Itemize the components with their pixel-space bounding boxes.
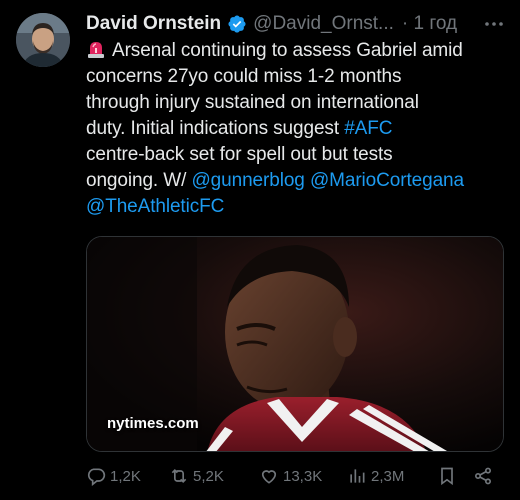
tweet-line-3: through injury sustained on internationa… <box>86 90 506 116</box>
tweet-line-1: Arsenal continuing to assess Gabriel ami… <box>86 38 506 64</box>
views-count: 2,3M <box>371 467 405 485</box>
tweet-line-2-text: concerns 27yo could miss 1-2 months <box>86 66 402 87</box>
mention-link-mariocortegana[interactable]: @MarioCortegana <box>310 170 464 191</box>
views-button[interactable]: 2,3M <box>347 466 437 486</box>
tweet-header: David Ornstein @David_Ornst... · 1 год <box>86 10 510 38</box>
repost-count: 5,2K <box>193 467 224 485</box>
share-button[interactable] <box>473 466 503 486</box>
reply-icon <box>87 468 106 486</box>
tweet-line-2: concerns 27yo could miss 1-2 months <box>86 64 506 90</box>
like-icon <box>261 470 277 484</box>
link-domain: nytimes.com <box>107 415 199 432</box>
tweet-line-6: ongoing. W/ @gunnerblog @MarioCortegana <box>86 168 506 194</box>
author-handle[interactable]: @David_Ornst... <box>253 13 394 35</box>
tweet-time[interactable]: · 1 год <box>402 13 457 35</box>
share-icon <box>475 467 491 485</box>
tweet-line-7: @TheAthleticFC <box>86 194 506 220</box>
tweet-text: Arsenal continuing to assess Gabriel ami… <box>86 38 506 220</box>
repost-icon <box>171 468 187 484</box>
repost-button[interactable]: 5,2K <box>169 466 259 486</box>
hashtag-link[interactable]: #AFC <box>344 118 392 139</box>
tweet-line-4-text: duty. Initial indications suggest <box>86 118 345 139</box>
more-icon[interactable] <box>482 12 506 36</box>
author-avatar[interactable] <box>16 13 70 67</box>
views-icon <box>350 469 365 483</box>
tweet-line-3-text: through injury sustained on internationa… <box>86 92 419 113</box>
tweet-line-5: centre-back set for spell out but tests <box>86 142 506 168</box>
like-button[interactable]: 13,3K <box>259 466 347 486</box>
siren-emoji-icon <box>88 42 104 58</box>
verified-badge-icon <box>228 15 246 33</box>
author-name[interactable]: David Ornstein <box>86 13 221 35</box>
tweet-line-1-text: Arsenal continuing to assess Gabriel ami… <box>112 40 463 61</box>
reply-button[interactable]: 1,2K <box>86 466 169 486</box>
tweet-line-6-text: ongoing. W/ <box>86 170 192 191</box>
like-count: 13,3K <box>283 467 323 485</box>
tweet-line-5-text: centre-back set for spell out but tests <box>86 144 393 165</box>
tweet-line-4: duty. Initial indications suggest #AFC <box>86 116 506 142</box>
reply-count: 1,2K <box>110 467 141 485</box>
tweet-actions: 1,2K 5,2K 13,3K 2,3M <box>86 462 504 490</box>
mention-link-gunnerblog[interactable]: @gunnerblog <box>191 170 304 191</box>
link-card-media[interactable]: nytimes.com <box>86 236 504 452</box>
bookmark-button[interactable] <box>437 466 473 486</box>
bookmark-icon <box>441 467 453 486</box>
mention-link-theathleticfc[interactable]: @TheAthleticFC <box>86 196 224 217</box>
